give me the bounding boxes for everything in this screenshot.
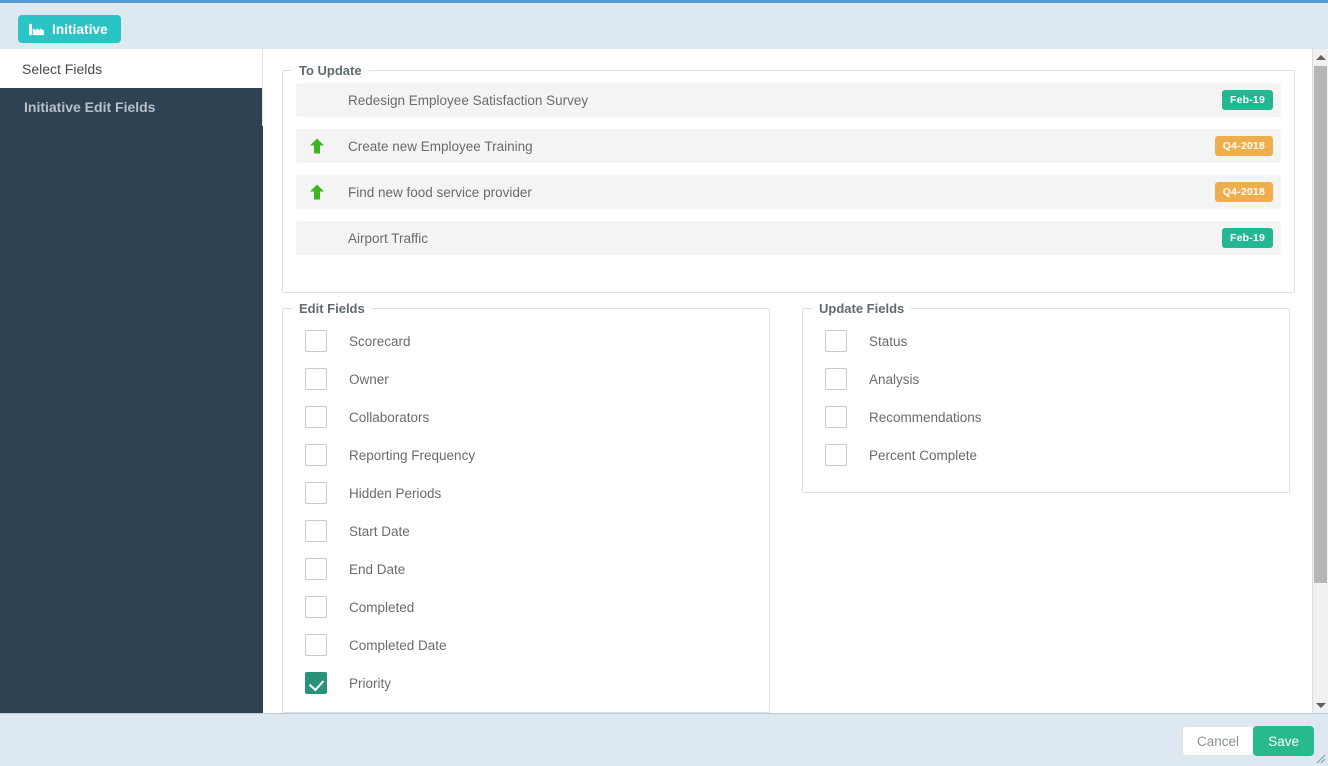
checkbox-analysis[interactable] [825, 368, 847, 390]
checkbox-completed-date[interactable] [305, 634, 327, 656]
checkbox-label: End Date [349, 561, 406, 577]
green-up-arrow-icon [307, 182, 327, 202]
checkbox-status[interactable] [825, 330, 847, 352]
initiative-badge[interactable]: Initiative [18, 15, 121, 43]
checkbox-row-end-date[interactable]: End Date [283, 550, 769, 588]
to-update-row-title: Airport Traffic [348, 230, 429, 246]
checkbox-completed[interactable] [305, 596, 327, 618]
checkbox-label: Recommendations [869, 409, 982, 425]
checkbox-collaborators[interactable] [305, 406, 327, 428]
yellow-square-icon [307, 228, 327, 248]
checkbox-label: Completed [349, 599, 415, 615]
checkbox-label: Owner [349, 371, 389, 387]
checkbox-end-date[interactable] [305, 558, 327, 580]
checkbox-label: Reporting Frequency [349, 447, 476, 463]
status-badge: Feb-19 [1221, 228, 1273, 248]
checkbox-label: Collaborators [349, 409, 430, 425]
edit-fields-list: Scorecard Owner Collaborators Reporting … [283, 316, 769, 712]
modal-header: Initiative [0, 3, 1328, 49]
yellow-square-icon [307, 90, 327, 110]
update-fields-legend: Update Fields [819, 301, 905, 316]
caret-down-icon[interactable] [1313, 697, 1328, 713]
to-update-row[interactable]: Create new Employee Training Q4-2018 [296, 129, 1281, 163]
resize-grip-icon[interactable] [1313, 751, 1326, 764]
checkbox-reporting-frequency[interactable] [305, 444, 327, 466]
checkbox-label: Percent Complete [869, 447, 978, 463]
checkbox-label: Start Date [349, 523, 410, 539]
modal-body: Select Fields Initiative Edit Fields To … [0, 49, 1328, 713]
sidebar-item-label: Initiative Edit Fields [24, 99, 156, 115]
checkbox-row-start-date[interactable]: Start Date [283, 512, 769, 550]
checkbox-row-priority[interactable]: Priority [283, 664, 769, 702]
sidebar-header: Select Fields [0, 49, 262, 88]
initiative-badge-label: Initiative [52, 21, 108, 37]
caret-up-icon[interactable] [1313, 49, 1328, 65]
checkbox-percent-complete[interactable] [825, 444, 847, 466]
checkbox-row-scorecard[interactable]: Scorecard [283, 322, 769, 360]
checkbox-row-recommendations[interactable]: Recommendations [803, 398, 1289, 436]
status-badge: Feb-19 [1221, 90, 1273, 110]
content-area: To Update Redesign Employee Satisfaction… [264, 49, 1312, 713]
checkbox-recommendations[interactable] [825, 406, 847, 428]
sidebar: Select Fields Initiative Edit Fields [0, 49, 263, 713]
checkbox-row-status[interactable]: Status [803, 322, 1289, 360]
checkbox-label: Scorecard [349, 333, 411, 349]
cancel-button[interactable]: Cancel [1181, 726, 1254, 756]
green-up-arrow-icon [307, 136, 327, 156]
update-fields-panel: Update Fields Status Analysis Recommenda… [802, 301, 1290, 493]
industry-icon [29, 22, 44, 37]
edit-fields-legend: Edit Fields [299, 301, 365, 316]
status-badge: Q4-2018 [1214, 136, 1273, 156]
scrollbar-thumb[interactable] [1314, 66, 1327, 583]
checkbox-priority[interactable] [305, 672, 327, 694]
status-badge: Q4-2018 [1214, 182, 1273, 202]
checkbox-row-completed[interactable]: Completed [283, 588, 769, 626]
checkbox-owner[interactable] [305, 368, 327, 390]
to-update-row[interactable]: Redesign Employee Satisfaction Survey Fe… [296, 83, 1281, 117]
checkbox-row-owner[interactable]: Owner [283, 360, 769, 398]
checkbox-label: Hidden Periods [349, 485, 442, 501]
sidebar-item-initiative-edit-fields[interactable]: Initiative Edit Fields [0, 88, 262, 126]
edit-fields-panel: Edit Fields Scorecard Owner Collaborator… [282, 301, 770, 713]
to-update-panel: To Update Redesign Employee Satisfaction… [282, 63, 1295, 293]
modal-window: Initiative Select Fields Initiative Edit… [0, 0, 1328, 766]
to-update-list: Redesign Employee Satisfaction Survey Fe… [283, 78, 1294, 265]
to-update-legend: To Update [299, 63, 362, 78]
to-update-row[interactable]: Find new food service provider Q4-2018 [296, 175, 1281, 209]
update-fields-list: Status Analysis Recommendations Percent … [803, 316, 1289, 484]
checkbox-row-reporting-frequency[interactable]: Reporting Frequency [283, 436, 769, 474]
vertical-scrollbar[interactable] [1312, 49, 1328, 713]
checkbox-hidden-periods[interactable] [305, 482, 327, 504]
checkbox-label: Analysis [869, 371, 920, 387]
checkbox-row-analysis[interactable]: Analysis [803, 360, 1289, 398]
checkbox-row-collaborators[interactable]: Collaborators [283, 398, 769, 436]
checkbox-label: Status [869, 333, 908, 349]
to-update-row-title: Create new Employee Training [348, 138, 533, 154]
modal-footer: Cancel Save [0, 713, 1328, 766]
to-update-row[interactable]: Airport Traffic Feb-19 [296, 221, 1281, 255]
checkbox-row-hidden-periods[interactable]: Hidden Periods [283, 474, 769, 512]
save-button[interactable]: Save [1253, 726, 1314, 756]
to-update-row-title: Redesign Employee Satisfaction Survey [348, 92, 589, 108]
checkbox-row-completed-date[interactable]: Completed Date [283, 626, 769, 664]
checkbox-label: Completed Date [349, 637, 447, 653]
checkbox-start-date[interactable] [305, 520, 327, 542]
checkbox-scorecard[interactable] [305, 330, 327, 352]
checkbox-label: Priority [349, 675, 392, 691]
to-update-row-title: Find new food service provider [348, 184, 532, 200]
sidebar-background-fill [0, 126, 263, 713]
checkbox-row-percent-complete[interactable]: Percent Complete [803, 436, 1289, 474]
